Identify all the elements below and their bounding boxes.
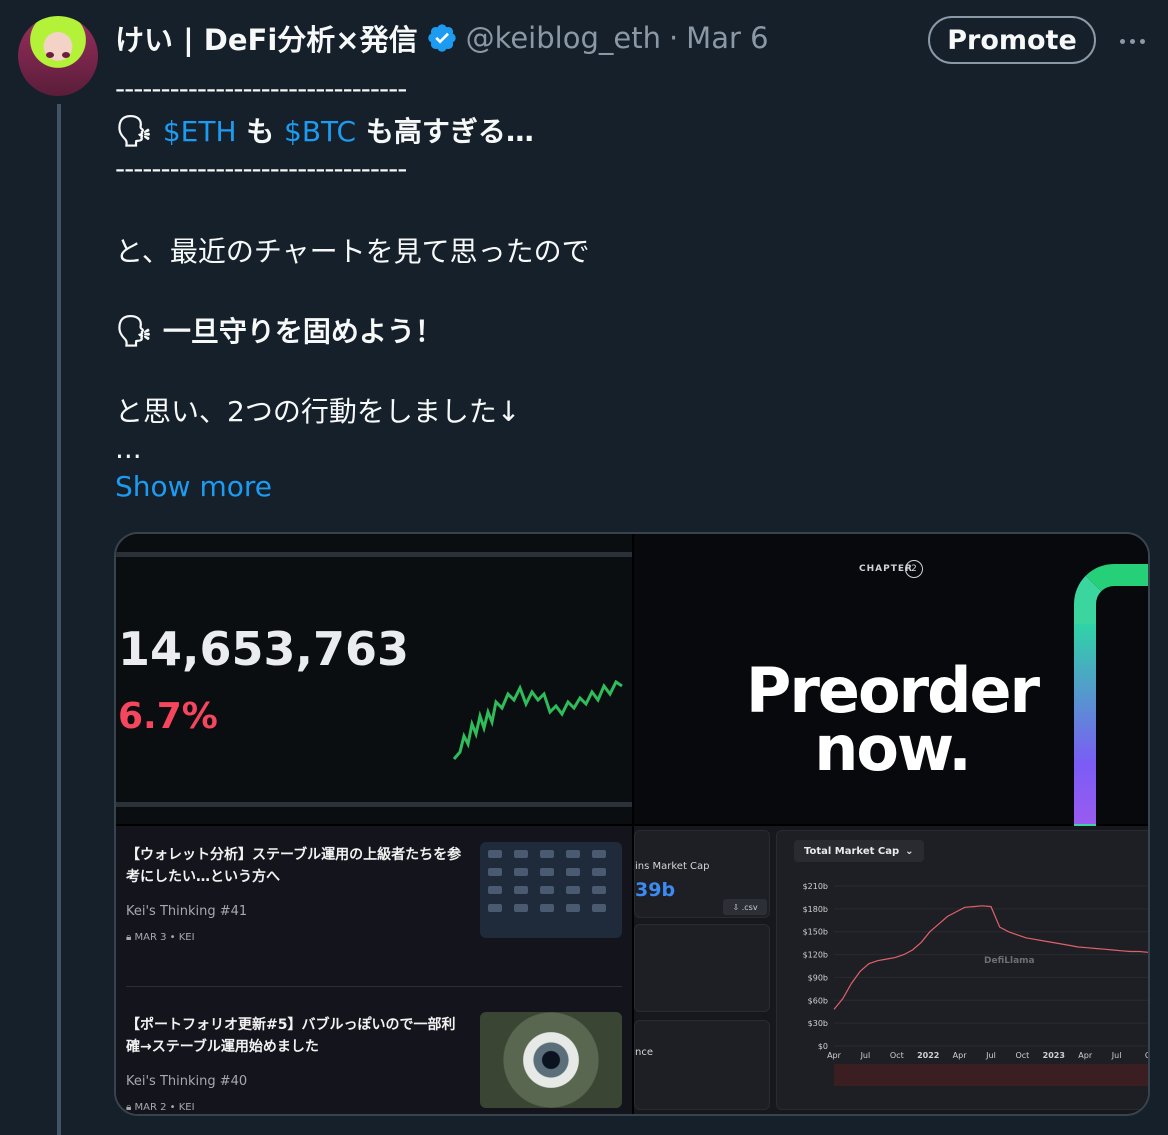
app-bar — [116, 802, 632, 807]
thread-connector-line — [57, 104, 61, 1135]
article-meta-text: MAR 3 • KEI — [134, 932, 195, 943]
article-title: 【ウォレット分析】ステーブル運用の上級者たちを参考にしたい…という方へ — [126, 847, 462, 885]
x-tick-label: Jul — [860, 1051, 871, 1060]
lock-icon: 🔒︎ — [126, 932, 135, 943]
cashtag-btc-link[interactable]: $BTC — [284, 115, 356, 148]
y-tick-label: $180b — [803, 905, 828, 914]
y-tick-label: $60b — [808, 996, 828, 1005]
promote-button[interactable]: Promote — [928, 16, 1096, 64]
promo-headline-line: now. — [814, 712, 972, 785]
more-options-icon[interactable] — [1112, 26, 1152, 56]
post-header: けい | DeFi分析×発信 @keiblog_eth · Mar 6 — [115, 18, 769, 58]
chapter-number: 2 — [905, 560, 923, 578]
x-tick-label: Apr — [953, 1051, 968, 1060]
article-meta: 🔒︎ MAR 3 • KEI — [126, 932, 195, 943]
post-date[interactable]: Mar 6 — [686, 21, 768, 55]
lock-icon: 🔒︎ — [126, 1102, 135, 1113]
cashtag-eth-link[interactable]: $ETH — [163, 115, 237, 148]
price-change: 6.7% — [118, 696, 218, 737]
author-name[interactable]: けい | DeFi分析×発信 — [115, 17, 418, 59]
y-tick-label: $120b — [803, 951, 828, 960]
x-tick-label: Apr — [827, 1051, 842, 1060]
post-headline: 🗣 $ETH も $BTC も高すぎる… — [115, 110, 534, 150]
article-title: 【ポートフォリオ更新#5】バブルっぽいので一部利確→ステーブル運用始めました — [126, 1017, 456, 1055]
article-series: Kei's Thinking #40 — [126, 1074, 248, 1089]
speaking-head-icon: 🗣 — [115, 314, 154, 349]
y-tick-label: $210b — [803, 882, 828, 891]
price-value: 14,653,763 — [118, 622, 410, 676]
x-tick-label: Oct — [890, 1051, 904, 1060]
x-tick-label: Apr — [1078, 1051, 1093, 1060]
speaking-head-icon: 🗣 — [115, 114, 154, 149]
article-meta: 🔒︎ MAR 2 • KEI — [126, 1102, 195, 1113]
price-sparkline — [452, 679, 623, 760]
article-divider — [126, 986, 622, 987]
post-line: と、最近のチャートを見て思ったので — [115, 235, 590, 268]
y-tick-label: $150b — [803, 928, 828, 937]
market-cap-chart: $0 $30b $60b $90b $120b $150b $180b $210b Apr Jul… — [803, 882, 1150, 1086]
media-image-articles[interactable]: 【ウォレット分析】ステーブル運用の上級者たちを参考にしたい…という方へ Kei'… — [116, 826, 632, 1114]
media-image-price[interactable]: 14,653,763 6.7% — [116, 534, 632, 824]
article-thumbnail — [480, 842, 622, 938]
app-bar — [116, 552, 632, 557]
chart-range-brush — [834, 1064, 1148, 1086]
device-illustration-edge — [1074, 624, 1096, 824]
author-avatar[interactable] — [18, 16, 98, 96]
author-handle[interactable]: @keiblog_eth — [466, 21, 661, 55]
post-ellipsis: ... — [115, 432, 142, 465]
avatar-eye — [62, 52, 70, 58]
headline-text: も高すぎる… — [365, 115, 534, 148]
headline-text: も — [246, 115, 275, 148]
x-tick-label: O — [1145, 1051, 1150, 1060]
x-tick-label: Jul — [985, 1051, 996, 1060]
article-meta-text: MAR 2 • KEI — [134, 1102, 195, 1113]
post-line: と思い、2つの行動をしました↓ — [115, 395, 521, 428]
header-separator: · — [668, 21, 679, 55]
y-tick-label: $30b — [808, 1019, 828, 1028]
market-cap-series-line — [833, 905, 1148, 1010]
post-line: 一旦守りを固めよう！ — [162, 315, 443, 348]
media-image-defi-chart[interactable]: ins Market Cap 39b ⇩ .csv nce Total Mark… — [634, 826, 1150, 1114]
post-line-emphasis: 🗣 一旦守りを固めよう！ — [115, 310, 443, 350]
article-series: Kei's Thinking #41 — [126, 904, 248, 919]
article-thumbnail — [480, 1012, 622, 1108]
x-tick-label: 2023 — [1043, 1051, 1065, 1060]
post-divider-top: -------------------------------- — [115, 72, 407, 105]
x-tick-label: Oct — [1015, 1051, 1029, 1060]
show-more-link[interactable]: Show more — [115, 470, 272, 503]
y-tick-label: $90b — [808, 973, 828, 982]
verified-badge-icon[interactable] — [426, 22, 458, 54]
avatar-eye — [46, 52, 54, 58]
x-tick-label: Jul — [1111, 1051, 1122, 1060]
promo-headline: Preorder now. — [634, 660, 1148, 785]
x-tick-label: 2022 — [917, 1051, 939, 1060]
y-tick-label: $0 — [818, 1042, 828, 1051]
media-image-promo[interactable]: CHAPTER 2 Preorder now. — [634, 534, 1148, 834]
post-divider-bottom: -------------------------------- — [115, 152, 407, 185]
media-grid[interactable]: 14,653,763 6.7% CHAPTER 2 Preorder now. … — [114, 532, 1150, 1116]
